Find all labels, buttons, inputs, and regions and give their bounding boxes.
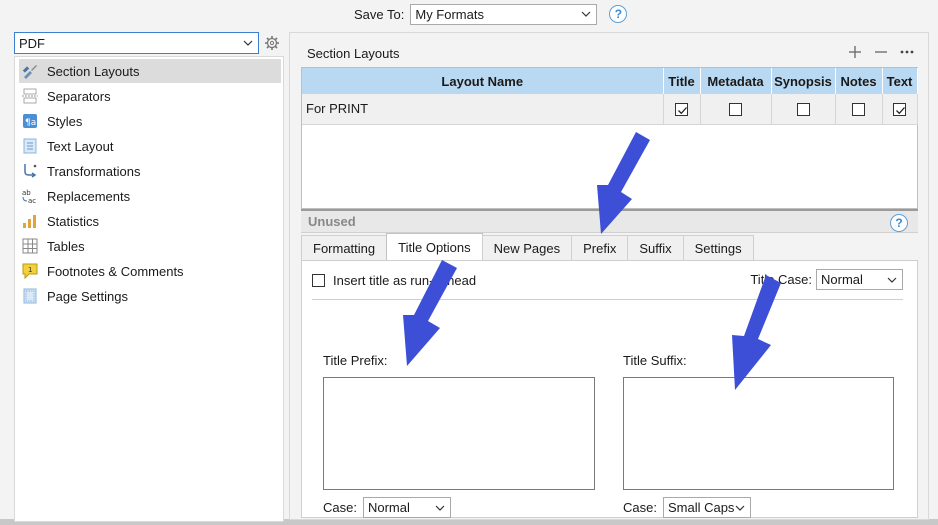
text-checkbox[interactable] [893,103,906,117]
nav-item-page-settings[interactable]: Page Settings [19,284,281,308]
title-case-label: Title Case: [750,272,812,287]
svg-text:ab: ab [22,189,31,197]
chevron-down-icon [435,505,445,511]
unused-label: Unused [308,214,356,229]
nav-item-footnotes-comments[interactable]: 1 Footnotes & Comments [19,259,281,283]
tab-formatting[interactable]: Formatting [301,235,388,260]
column-header[interactable]: Synopsis [771,68,836,94]
save-to-label: Save To: [354,6,405,22]
format-sidebar: PDF Section Layouts Separators ¶a Styles… [14,32,284,522]
separators-icon [22,88,38,104]
suffix-case-value: Small Caps [667,500,735,515]
synopsis-cell [771,94,836,125]
title-prefix-textarea[interactable] [323,377,595,490]
column-header[interactable]: Notes [835,68,883,94]
add-icon[interactable] [848,45,862,59]
title-case-value: Normal [821,272,863,287]
tab-settings[interactable]: Settings [682,235,754,260]
layout-toolbar [848,45,914,59]
divider [312,299,903,300]
section-layouts-pane: Section Layouts Layout Name Title Metada… [289,32,929,520]
title-prefix-label: Title Prefix: [323,353,388,368]
nav-item-section-layouts[interactable]: Section Layouts [19,59,281,83]
title-checkbox[interactable] [675,103,688,117]
prefix-case-label: Case: [323,500,357,515]
format-select-value: PDF [19,35,45,51]
chevron-down-icon [243,40,253,46]
section-layouts-title: Section Layouts [307,46,400,61]
column-header[interactable]: Title [663,68,701,94]
save-to-select[interactable]: My Formats [410,3,598,25]
help-icon[interactable]: ? [609,5,628,23]
statistics-icon [23,215,36,228]
tab-new-pages[interactable]: New Pages [481,235,573,260]
chevron-down-icon [581,11,591,17]
title-suffix-textarea[interactable] [623,377,894,490]
svg-text:ac: ac [28,197,36,205]
remove-icon[interactable] [874,45,888,59]
transformations-icon [24,164,37,178]
column-header[interactable]: Layout Name [302,68,664,94]
nav-item-styles[interactable]: ¶a Styles [19,109,281,133]
unused-bar[interactable]: Unused ? [301,209,918,233]
notes-checkbox[interactable] [852,103,865,117]
svg-text:1: 1 [28,266,32,274]
window: Save To: My Formats ? PDF Section Layout… [0,0,938,525]
layouts-table: Layout Name Title Metadata Synopsis Note… [301,67,918,209]
save-to-row: Save To: My Formats ? [354,3,628,25]
svg-text:¶a: ¶a [25,118,36,128]
nav-item-statistics[interactable]: Statistics [19,209,281,233]
table-row[interactable]: For PRINT [302,94,918,125]
text-layout-icon [23,138,37,154]
tab-title-options[interactable]: Title Options [386,233,483,260]
footnote-icon: 1 [22,263,38,280]
page-settings-icon [23,288,37,304]
chevron-down-icon [735,505,745,511]
format-nav-list: Section Layouts Separators ¶a Styles Tex… [14,56,284,522]
insert-run-in-checkbox[interactable] [312,274,325,287]
nav-item-separators[interactable]: Separators [19,84,281,108]
suffix-case-row: Case: Small Caps [623,497,751,518]
layout-name-cell[interactable]: For PRINT [302,94,664,125]
styles-icon: ¶a [23,114,37,128]
options-tabs: Formatting Title Options New Pages Prefi… [301,233,754,260]
title-case-select[interactable]: Normal [816,269,903,290]
tab-prefix[interactable]: Prefix [571,235,629,260]
more-icon[interactable] [900,45,914,59]
nav-item-text-layout[interactable]: Text Layout [19,134,281,158]
notes-cell [835,94,883,125]
replacements-icon: abac [22,189,36,205]
prefix-case-select[interactable]: Normal [362,497,451,518]
nav-item-replacements[interactable]: ab ac Replacements [19,184,281,208]
title-options-panel: Insert title as run-in head Title Case: … [301,260,918,518]
suffix-case-select[interactable]: Small Caps [662,497,751,518]
title-case-row: Title Case: Normal [750,269,903,290]
metadata-cell [700,94,772,125]
table-header-row: Layout Name Title Metadata Synopsis Note… [302,68,918,94]
insert-run-in-row: Insert title as run-in head [312,273,476,288]
nav-item-tables[interactable]: Tables [19,234,281,258]
tab-suffix[interactable]: Suffix [627,235,684,260]
column-header[interactable]: Metadata [700,68,772,94]
prefix-case-value: Normal [367,500,410,515]
insert-run-in-label: Insert title as run-in head [333,273,477,288]
column-header[interactable]: Text [882,68,918,94]
title-cell [663,94,701,125]
format-select[interactable]: PDF [14,32,259,54]
suffix-case-label: Case: [623,500,657,515]
chevron-down-icon [887,277,897,283]
save-to-value: My Formats [415,6,484,22]
title-suffix-label: Title Suffix: [623,353,687,368]
synopsis-checkbox[interactable] [796,103,810,117]
brush-icon [22,65,37,79]
tables-icon [22,238,38,254]
metadata-checkbox[interactable] [729,103,742,117]
nav-item-transformations[interactable]: Transformations [19,159,281,183]
text-cell [882,94,918,125]
gear-icon[interactable] [264,35,280,51]
prefix-case-row: Case: Normal [323,497,451,518]
help-icon[interactable]: ? [890,214,908,232]
